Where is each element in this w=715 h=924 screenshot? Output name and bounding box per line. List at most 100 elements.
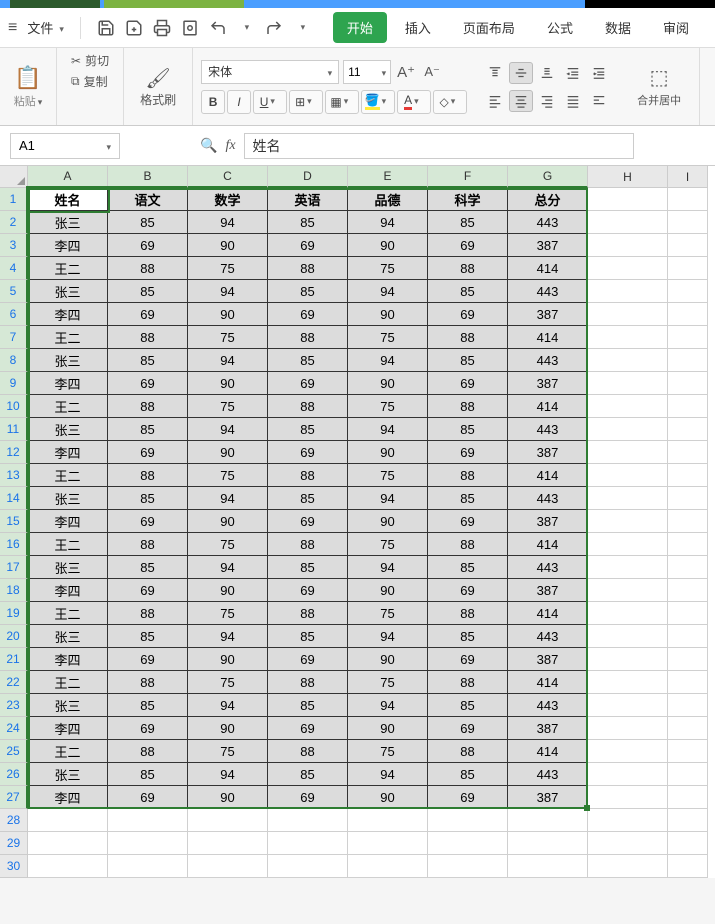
- tab-start[interactable]: 开始: [333, 12, 387, 43]
- cell-G3[interactable]: 387: [508, 234, 588, 257]
- cell-E28[interactable]: [348, 809, 428, 832]
- row-header-27[interactable]: 27: [0, 786, 28, 809]
- formula-input[interactable]: 姓名: [244, 133, 634, 159]
- align-middle-button[interactable]: [509, 62, 533, 84]
- cell-H1[interactable]: [588, 188, 668, 211]
- cell-G25[interactable]: 414: [508, 740, 588, 763]
- cell-A25[interactable]: 王二: [28, 740, 108, 763]
- cell-G23[interactable]: 443: [508, 694, 588, 717]
- cell-H16[interactable]: [588, 533, 668, 556]
- cell-E24[interactable]: 90: [348, 717, 428, 740]
- cell-A8[interactable]: 张三: [28, 349, 108, 372]
- cell-C13[interactable]: 75: [188, 464, 268, 487]
- cell-F29[interactable]: [428, 832, 508, 855]
- row-header-9[interactable]: 9: [0, 372, 28, 395]
- cell-C3[interactable]: 90: [188, 234, 268, 257]
- cell-E10[interactable]: 75: [348, 395, 428, 418]
- cell-D30[interactable]: [268, 855, 348, 878]
- cell-G11[interactable]: 443: [508, 418, 588, 441]
- cell-F7[interactable]: 88: [428, 326, 508, 349]
- cell-B5[interactable]: 85: [108, 280, 188, 303]
- cell-B22[interactable]: 88: [108, 671, 188, 694]
- borders-button[interactable]: ⊞: [289, 90, 323, 114]
- cell-H11[interactable]: [588, 418, 668, 441]
- cell-F3[interactable]: 69: [428, 234, 508, 257]
- cell-H17[interactable]: [588, 556, 668, 579]
- font-size-select[interactable]: 11: [343, 60, 391, 84]
- copy-button[interactable]: ⧉复制: [71, 73, 109, 90]
- cell-I10[interactable]: [668, 395, 708, 418]
- cell-A14[interactable]: 张三: [28, 487, 108, 510]
- cell-F23[interactable]: 85: [428, 694, 508, 717]
- row-header-28[interactable]: 28: [0, 809, 28, 832]
- row-header-6[interactable]: 6: [0, 303, 28, 326]
- cell-H14[interactable]: [588, 487, 668, 510]
- cell-E22[interactable]: 75: [348, 671, 428, 694]
- fill-color-button[interactable]: 🪣: [361, 90, 395, 114]
- column-header-H[interactable]: H: [588, 166, 668, 188]
- column-header-G[interactable]: G: [508, 166, 588, 188]
- cell-C27[interactable]: 90: [188, 786, 268, 809]
- cell-E17[interactable]: 94: [348, 556, 428, 579]
- row-header-24[interactable]: 24: [0, 717, 28, 740]
- cell-D20[interactable]: 85: [268, 625, 348, 648]
- cell-C1[interactable]: 数学: [188, 188, 268, 211]
- cell-D16[interactable]: 88: [268, 533, 348, 556]
- clear-format-button[interactable]: ◇: [433, 90, 467, 114]
- cell-H28[interactable]: [588, 809, 668, 832]
- row-header-29[interactable]: 29: [0, 832, 28, 855]
- cell-I25[interactable]: [668, 740, 708, 763]
- cell-E8[interactable]: 94: [348, 349, 428, 372]
- cell-A28[interactable]: [28, 809, 108, 832]
- save-as-icon[interactable]: [125, 19, 143, 37]
- cell-A3[interactable]: 李四: [28, 234, 108, 257]
- cell-G7[interactable]: 414: [508, 326, 588, 349]
- cell-F18[interactable]: 69: [428, 579, 508, 602]
- cell-E16[interactable]: 75: [348, 533, 428, 556]
- row-header-11[interactable]: 11: [0, 418, 28, 441]
- cell-B21[interactable]: 69: [108, 648, 188, 671]
- cell-F8[interactable]: 85: [428, 349, 508, 372]
- cell-B28[interactable]: [108, 809, 188, 832]
- cell-I7[interactable]: [668, 326, 708, 349]
- cell-A6[interactable]: 李四: [28, 303, 108, 326]
- cell-I20[interactable]: [668, 625, 708, 648]
- cell-E7[interactable]: 75: [348, 326, 428, 349]
- cell-A5[interactable]: 张三: [28, 280, 108, 303]
- cell-A30[interactable]: [28, 855, 108, 878]
- cell-D29[interactable]: [268, 832, 348, 855]
- cell-H8[interactable]: [588, 349, 668, 372]
- cell-G29[interactable]: [508, 832, 588, 855]
- cell-D9[interactable]: 69: [268, 372, 348, 395]
- cell-E2[interactable]: 94: [348, 211, 428, 234]
- cell-C20[interactable]: 94: [188, 625, 268, 648]
- cell-G24[interactable]: 387: [508, 717, 588, 740]
- undo-dropdown[interactable]: [237, 19, 255, 37]
- cell-F12[interactable]: 69: [428, 441, 508, 464]
- cell-G30[interactable]: [508, 855, 588, 878]
- cell-E13[interactable]: 75: [348, 464, 428, 487]
- cut-button[interactable]: ✂剪切: [71, 52, 109, 69]
- cell-A2[interactable]: 张三: [28, 211, 108, 234]
- cell-G15[interactable]: 387: [508, 510, 588, 533]
- cell-I9[interactable]: [668, 372, 708, 395]
- cell-C25[interactable]: 75: [188, 740, 268, 763]
- cell-H6[interactable]: [588, 303, 668, 326]
- cell-A21[interactable]: 李四: [28, 648, 108, 671]
- cell-B16[interactable]: 88: [108, 533, 188, 556]
- cell-I18[interactable]: [668, 579, 708, 602]
- cell-I14[interactable]: [668, 487, 708, 510]
- cell-G26[interactable]: 443: [508, 763, 588, 786]
- cell-I4[interactable]: [668, 257, 708, 280]
- undo-icon[interactable]: [209, 19, 227, 37]
- cell-E19[interactable]: 75: [348, 602, 428, 625]
- cell-C15[interactable]: 90: [188, 510, 268, 533]
- cell-C11[interactable]: 94: [188, 418, 268, 441]
- font-name-select[interactable]: 宋体: [201, 60, 339, 84]
- cell-G22[interactable]: 414: [508, 671, 588, 694]
- cell-A11[interactable]: 张三: [28, 418, 108, 441]
- cell-D1[interactable]: 英语: [268, 188, 348, 211]
- row-header-5[interactable]: 5: [0, 280, 28, 303]
- cell-A18[interactable]: 李四: [28, 579, 108, 602]
- cell-I22[interactable]: [668, 671, 708, 694]
